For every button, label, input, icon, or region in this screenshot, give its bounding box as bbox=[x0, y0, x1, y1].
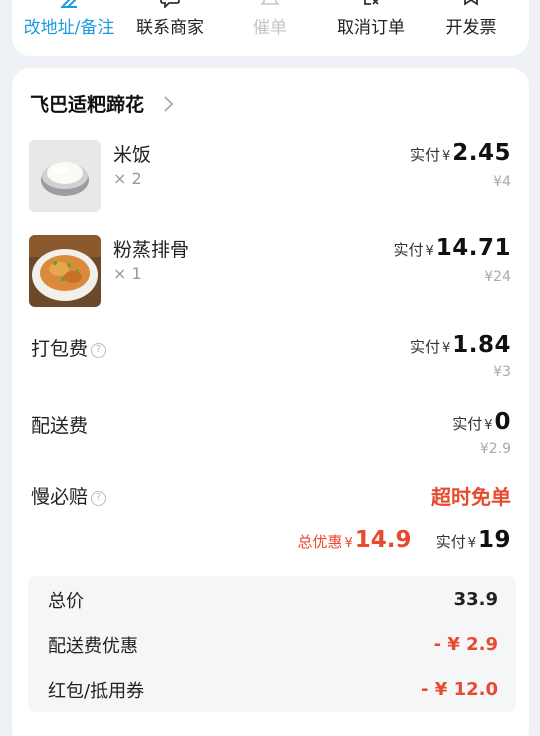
edit-address-button[interactable]: 改地址/备注 bbox=[19, 0, 119, 44]
cancel-order-button[interactable]: 取消订单 bbox=[321, 0, 421, 44]
late-guarantee-row: 慢必赔? bbox=[31, 482, 107, 509]
total-discount-label: 总优惠 bbox=[297, 533, 343, 551]
item-paid: 实付 ¥14.71 bbox=[393, 235, 511, 261]
chat-icon bbox=[160, 0, 180, 8]
delivery-fee-original: ¥2.9 bbox=[479, 441, 511, 457]
currency-symbol: ¥ bbox=[344, 536, 353, 551]
total-discount-amount: 14.9 bbox=[354, 527, 412, 553]
invoice-icon bbox=[464, 0, 478, 6]
delivery-discount-value: - ¥ 2.9 bbox=[433, 634, 498, 655]
urge-order-label: 催单 bbox=[253, 18, 287, 38]
delivery-fee-label: 配送费 bbox=[31, 415, 89, 437]
contact-merchant-label: 联系商家 bbox=[136, 18, 204, 38]
currency-symbol: ¥ bbox=[441, 341, 451, 356]
paid-label: 实付 bbox=[452, 415, 483, 433]
edit-address-label: 改地址/备注 bbox=[23, 18, 115, 38]
paid-label: 实付 bbox=[409, 146, 440, 164]
paid-amount: 1.84 bbox=[452, 332, 511, 358]
item-quantity: × 1 bbox=[113, 264, 142, 283]
invoice-label: 开发票 bbox=[445, 18, 497, 38]
item-image-ribs[interactable] bbox=[29, 235, 101, 307]
late-guarantee-value: 超时免单 bbox=[431, 485, 511, 509]
total-paid-label: 实付 bbox=[435, 533, 466, 551]
rice-bowl-image bbox=[29, 140, 101, 212]
item-name: 粉蒸排骨 bbox=[113, 239, 190, 261]
item-name: 米饭 bbox=[113, 144, 152, 166]
item-quantity: × 2 bbox=[113, 169, 142, 188]
total-paid-amount: 19 bbox=[477, 527, 511, 553]
item-paid: 实付 ¥2.45 bbox=[410, 140, 511, 166]
steamed-ribs-image bbox=[29, 235, 101, 307]
item-original-price: ¥4 bbox=[493, 174, 511, 190]
currency-symbol: ¥ bbox=[425, 244, 434, 259]
paid-label: 实付 bbox=[393, 241, 424, 259]
coupon-label: 红包/抵用券 bbox=[48, 681, 145, 702]
item-original-price: ¥24 bbox=[484, 269, 511, 285]
totals-line: 总优惠 ¥14.9 实付 ¥19 bbox=[297, 527, 511, 553]
urge-order-button[interactable]: 催单 bbox=[220, 0, 320, 44]
price-summary-box: 总价 33.9 配送费优惠 - ¥ 2.9 红包/抵用券 - ¥ 12.0 bbox=[28, 576, 516, 712]
paid-amount: 2.45 bbox=[452, 140, 511, 166]
coupon-value: - ¥ 12.0 bbox=[421, 679, 498, 700]
total-price-value: 33.9 bbox=[453, 589, 498, 610]
help-icon[interactable]: ? bbox=[91, 491, 107, 506]
delivery-discount-label: 配送费优惠 bbox=[48, 636, 138, 657]
paid-amount: 14.71 bbox=[435, 235, 511, 261]
late-guarantee-label: 慢必赔 bbox=[31, 486, 89, 508]
cancel-order-icon bbox=[364, 0, 379, 5]
delivery-fee-paid: 实付 ¥0 bbox=[452, 409, 511, 435]
item-image-rice[interactable] bbox=[29, 140, 101, 212]
total-price-label: 总价 bbox=[48, 591, 84, 612]
cancel-order-label: 取消订单 bbox=[337, 18, 405, 38]
currency-symbol: ¥ bbox=[484, 418, 493, 433]
shop-name[interactable]: 飞巴适粑蹄花 bbox=[30, 90, 144, 117]
invoice-button[interactable]: 开发票 bbox=[421, 0, 521, 44]
paid-label: 实付 bbox=[409, 338, 440, 356]
bell-icon bbox=[260, 0, 280, 5]
packing-fee-label: 打包费 bbox=[31, 338, 89, 360]
edit-icon bbox=[61, 0, 77, 8]
packing-fee-row: 打包费? bbox=[31, 334, 107, 361]
currency-symbol: ¥ bbox=[467, 536, 476, 551]
order-actions-bar: 改地址/备注 联系商家 催单 取消订单 开发票 bbox=[12, 0, 529, 56]
packing-fee-original: ¥3 bbox=[493, 364, 511, 380]
order-detail-card: 飞巴适粑蹄花 米饭 × 2 实付 ¥2.45 ¥4 粉蒸排骨 × 1 实付 ¥1… bbox=[12, 68, 529, 736]
help-icon[interactable]: ? bbox=[91, 343, 107, 358]
paid-amount: 0 bbox=[494, 409, 511, 435]
currency-symbol: ¥ bbox=[441, 149, 451, 164]
packing-fee-paid: 实付 ¥1.84 bbox=[410, 332, 511, 358]
contact-merchant-button[interactable]: 联系商家 bbox=[120, 0, 220, 44]
chevron-right-icon[interactable] bbox=[162, 95, 176, 113]
